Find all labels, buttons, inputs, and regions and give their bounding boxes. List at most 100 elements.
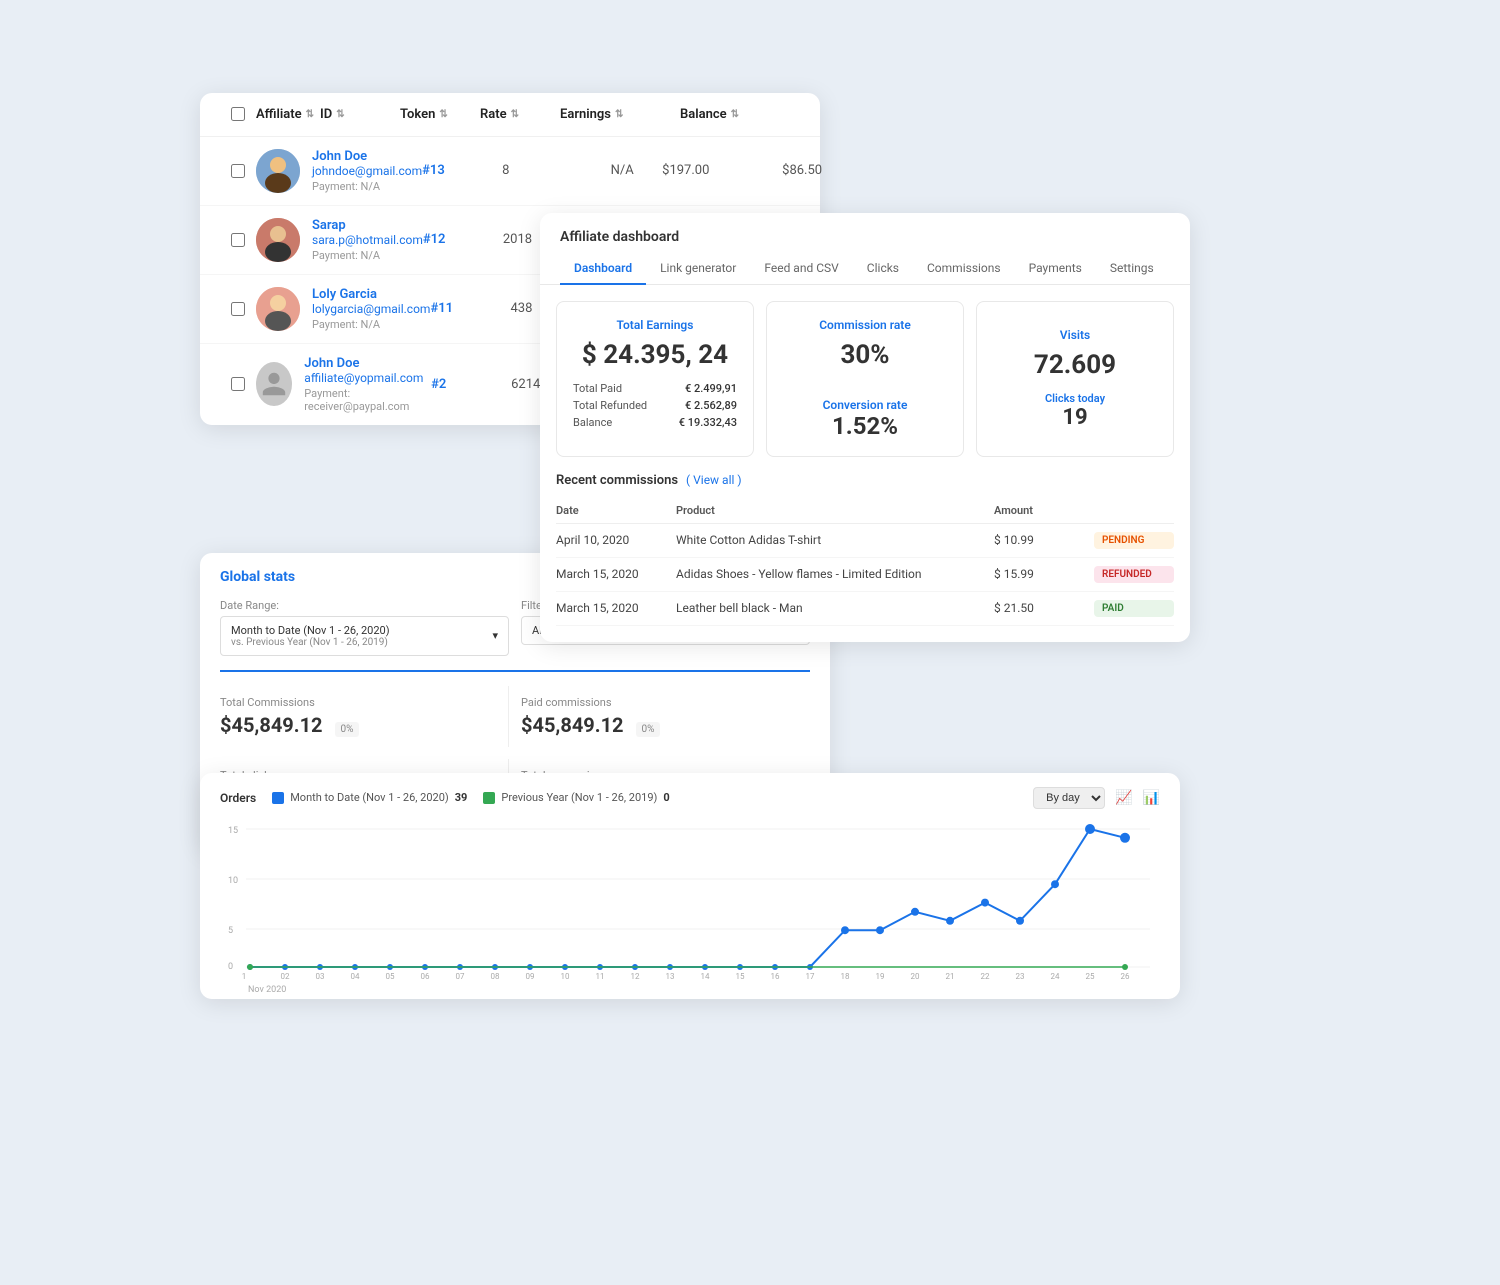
svg-text:10: 10 — [561, 972, 570, 979]
svg-text:19: 19 — [876, 972, 885, 979]
chart-area: 15 10 5 0 — [220, 819, 1160, 979]
affiliate-details: John Doe johndoe@gmail.com Payment: N/A — [312, 149, 422, 193]
col-id: #13 — [422, 163, 502, 178]
row-checkbox-cell[interactable] — [220, 164, 256, 178]
svg-text:12: 12 — [631, 972, 640, 979]
date-range-label: Date Range: — [220, 599, 509, 612]
token-col-header[interactable]: Token ⇅ — [400, 107, 480, 122]
chart-svg: 15 10 5 0 — [220, 819, 1160, 979]
balance-col-header[interactable]: Balance ⇅ — [680, 107, 800, 122]
affiliate-col-label: Affiliate — [256, 107, 302, 122]
conversion-rate-value: 1.52% — [832, 412, 898, 440]
id-col-label: ID — [320, 107, 332, 122]
commission-product: Leather bell black - Man — [676, 601, 994, 615]
date-range-value: Month to Date (Nov 1 - 26, 2020) — [231, 624, 390, 637]
svg-text:25: 25 — [1086, 972, 1095, 979]
row-checkbox[interactable] — [231, 377, 245, 391]
svg-text:13: 13 — [666, 972, 675, 979]
rc-col-product: Product — [676, 504, 994, 517]
commission-product: Adidas Shoes - Yellow flames - Limited E… — [676, 567, 994, 581]
affiliate-info: Loly Garcia lolygarcia@gmail.com Payment… — [256, 287, 430, 331]
tab-link-generator[interactable]: Link generator — [646, 253, 750, 285]
svg-text:04: 04 — [351, 972, 360, 979]
month-label: Nov 2020 — [220, 985, 1160, 995]
svg-text:24: 24 — [1051, 972, 1060, 979]
rc-col-date: Date — [556, 504, 676, 517]
blue-line — [250, 829, 1125, 967]
table-header: Affiliate ⇅ ID ⇅ Token ⇅ Rate ⇅ Earnings… — [200, 93, 820, 137]
row-checkbox-cell[interactable] — [220, 377, 256, 391]
tab-commissions[interactable]: Commissions — [913, 253, 1015, 285]
total-paid-label: Total Paid — [573, 382, 622, 395]
view-all-link[interactable]: ( View all ) — [686, 473, 742, 487]
tab-dashboard[interactable]: Dashboard — [560, 253, 646, 285]
id-col-header[interactable]: ID ⇅ — [320, 107, 400, 122]
svg-text:14: 14 — [701, 972, 710, 979]
affiliate-details: Sarap sara.p@hotmail.com Payment: N/A — [312, 218, 423, 262]
affiliate-col-header[interactable]: Affiliate ⇅ — [256, 107, 320, 122]
green-dot — [247, 964, 253, 970]
legend-dot-blue — [272, 792, 284, 804]
row-checkbox-cell[interactable] — [220, 302, 256, 316]
commission-date: March 15, 2020 — [556, 567, 676, 581]
status-badge: PAID — [1094, 600, 1174, 617]
commission-row: March 15, 2020 Leather bell black - Man … — [556, 592, 1174, 626]
tab-settings[interactable]: Settings — [1096, 253, 1168, 285]
chart-card: Orders Month to Date (Nov 1 - 26, 2020) … — [200, 773, 1180, 999]
tab-feed-csv[interactable]: Feed and CSV — [750, 253, 852, 285]
rate-col-header[interactable]: Rate ⇅ — [480, 107, 560, 122]
earnings-rows: Total Paid € 2.499,91 Total Refunded € 2… — [573, 382, 737, 429]
header-checkbox-cell[interactable] — [220, 107, 256, 121]
token-col-label: Token — [400, 107, 435, 122]
select-all-checkbox[interactable] — [231, 107, 245, 121]
line-chart-icon[interactable]: 📈 — [1115, 790, 1132, 806]
paid-commissions-label: Paid commissions — [521, 696, 810, 709]
row-checkbox[interactable] — [231, 302, 245, 316]
chart-controls: By day 📈 📊 — [1033, 787, 1160, 809]
total-earnings-value: $ 24.395, 24 — [573, 340, 737, 370]
commission-amount: $ 10.99 — [994, 533, 1094, 547]
stats-grid: Total Earnings $ 24.395, 24 Total Paid €… — [540, 285, 1190, 473]
svg-text:15: 15 — [228, 826, 238, 836]
svg-text:16: 16 — [771, 972, 780, 979]
row-checkbox[interactable] — [231, 164, 245, 178]
svg-text:09: 09 — [526, 972, 535, 979]
svg-text:07: 07 — [456, 972, 465, 979]
affiliate-email[interactable]: sara.p@hotmail.com — [312, 233, 423, 247]
svg-text:0: 0 — [228, 962, 233, 972]
total-commissions-label: Total Commissions — [220, 696, 508, 709]
affiliate-payment: Payment: N/A — [312, 180, 422, 193]
by-day-select[interactable]: By day — [1033, 787, 1105, 809]
bar-chart-icon[interactable]: 📊 — [1143, 790, 1160, 806]
affiliate-name[interactable]: Sarap — [312, 218, 423, 233]
svg-text:21: 21 — [946, 972, 955, 979]
affiliate-name[interactable]: John Doe — [312, 149, 422, 164]
status-badge: REFUNDED — [1094, 566, 1174, 583]
affiliate-email[interactable]: johndoe@gmail.com — [312, 164, 422, 178]
earnings-col-header[interactable]: Earnings ⇅ — [560, 107, 680, 122]
affiliate-name[interactable]: John Doe — [304, 356, 431, 371]
row-checkbox[interactable] — [231, 233, 245, 247]
affiliate-email[interactable]: lolygarcia@gmail.com — [312, 302, 430, 316]
col-id: #11 — [430, 301, 510, 316]
table-row: John Doe johndoe@gmail.com Payment: N/A … — [200, 137, 820, 206]
affiliate-name[interactable]: Loly Garcia — [312, 287, 430, 302]
affiliate-sort-icon: ⇅ — [306, 109, 314, 120]
visits-box: Visits 72.609 Clicks today 19 — [976, 301, 1174, 457]
affiliate-info: John Doe affiliate@yopmail.com Payment: … — [256, 356, 431, 413]
commission-rate-title: Commission rate — [819, 318, 911, 332]
tab-clicks[interactable]: Clicks — [853, 253, 913, 285]
dashboard-tabs: Dashboard Link generator Feed and CSV Cl… — [540, 245, 1190, 285]
affiliate-email[interactable]: affiliate@yopmail.com — [304, 371, 431, 385]
date-range-select[interactable]: Month to Date (Nov 1 - 26, 2020) vs. Pre… — [220, 616, 509, 656]
svg-text:06: 06 — [421, 972, 430, 979]
legend-item-1: Month to Date (Nov 1 - 26, 2020) 39 — [272, 791, 467, 804]
row-checkbox-cell[interactable] — [220, 233, 256, 247]
conversion-rate-label: Conversion rate — [823, 398, 908, 412]
total-refunded-row: Total Refunded € 2.562,89 — [573, 399, 737, 412]
col-earnings: $197.00 — [662, 163, 782, 178]
tab-payments[interactable]: Payments — [1015, 253, 1096, 285]
commission-rate-box: Commission rate 30% Conversion rate 1.52… — [766, 301, 964, 457]
svg-text:15: 15 — [736, 972, 745, 979]
balance-value: € 19.332,43 — [679, 416, 737, 429]
